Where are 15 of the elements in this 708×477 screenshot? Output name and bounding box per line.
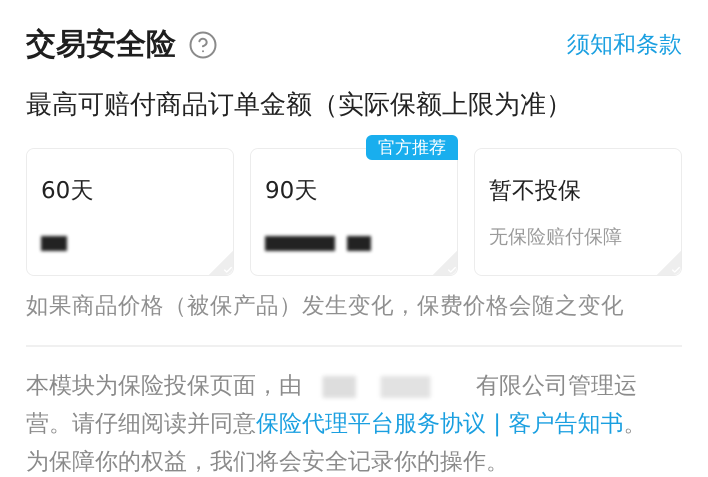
section-title: 交易安全险 xyxy=(26,26,176,64)
recommended-badge: 官方推荐 xyxy=(366,135,458,160)
redaction-mark xyxy=(265,236,335,251)
redaction-mark xyxy=(347,236,371,251)
redaction-mark xyxy=(41,236,67,251)
help-icon[interactable] xyxy=(188,30,218,60)
option-note: 无保险赔付保障 xyxy=(489,225,623,250)
disclaimer-paragraph: 本模块为保险投保页面，由 有限公司管理运营。请仔细阅读并同意保险代理平台服务协议 | 客户告知书。为保障你的权益，我们将会安全记录你的操作。 xyxy=(26,372,648,477)
option-label: 60天 xyxy=(41,177,94,206)
option-label: 暂不投保 xyxy=(489,177,582,206)
option-card[interactable]: 60天 xyxy=(26,148,234,276)
coverage-description: 最高可赔付商品订单金额（实际保额上限为准） xyxy=(26,89,573,122)
option-card[interactable]: 暂不投保 无保险赔付保障 xyxy=(474,148,682,276)
price-change-note: 如果商品价格（被保产品）发生变化，保费价格会随之变化 xyxy=(26,292,625,321)
option-label: 90天 xyxy=(265,177,318,206)
